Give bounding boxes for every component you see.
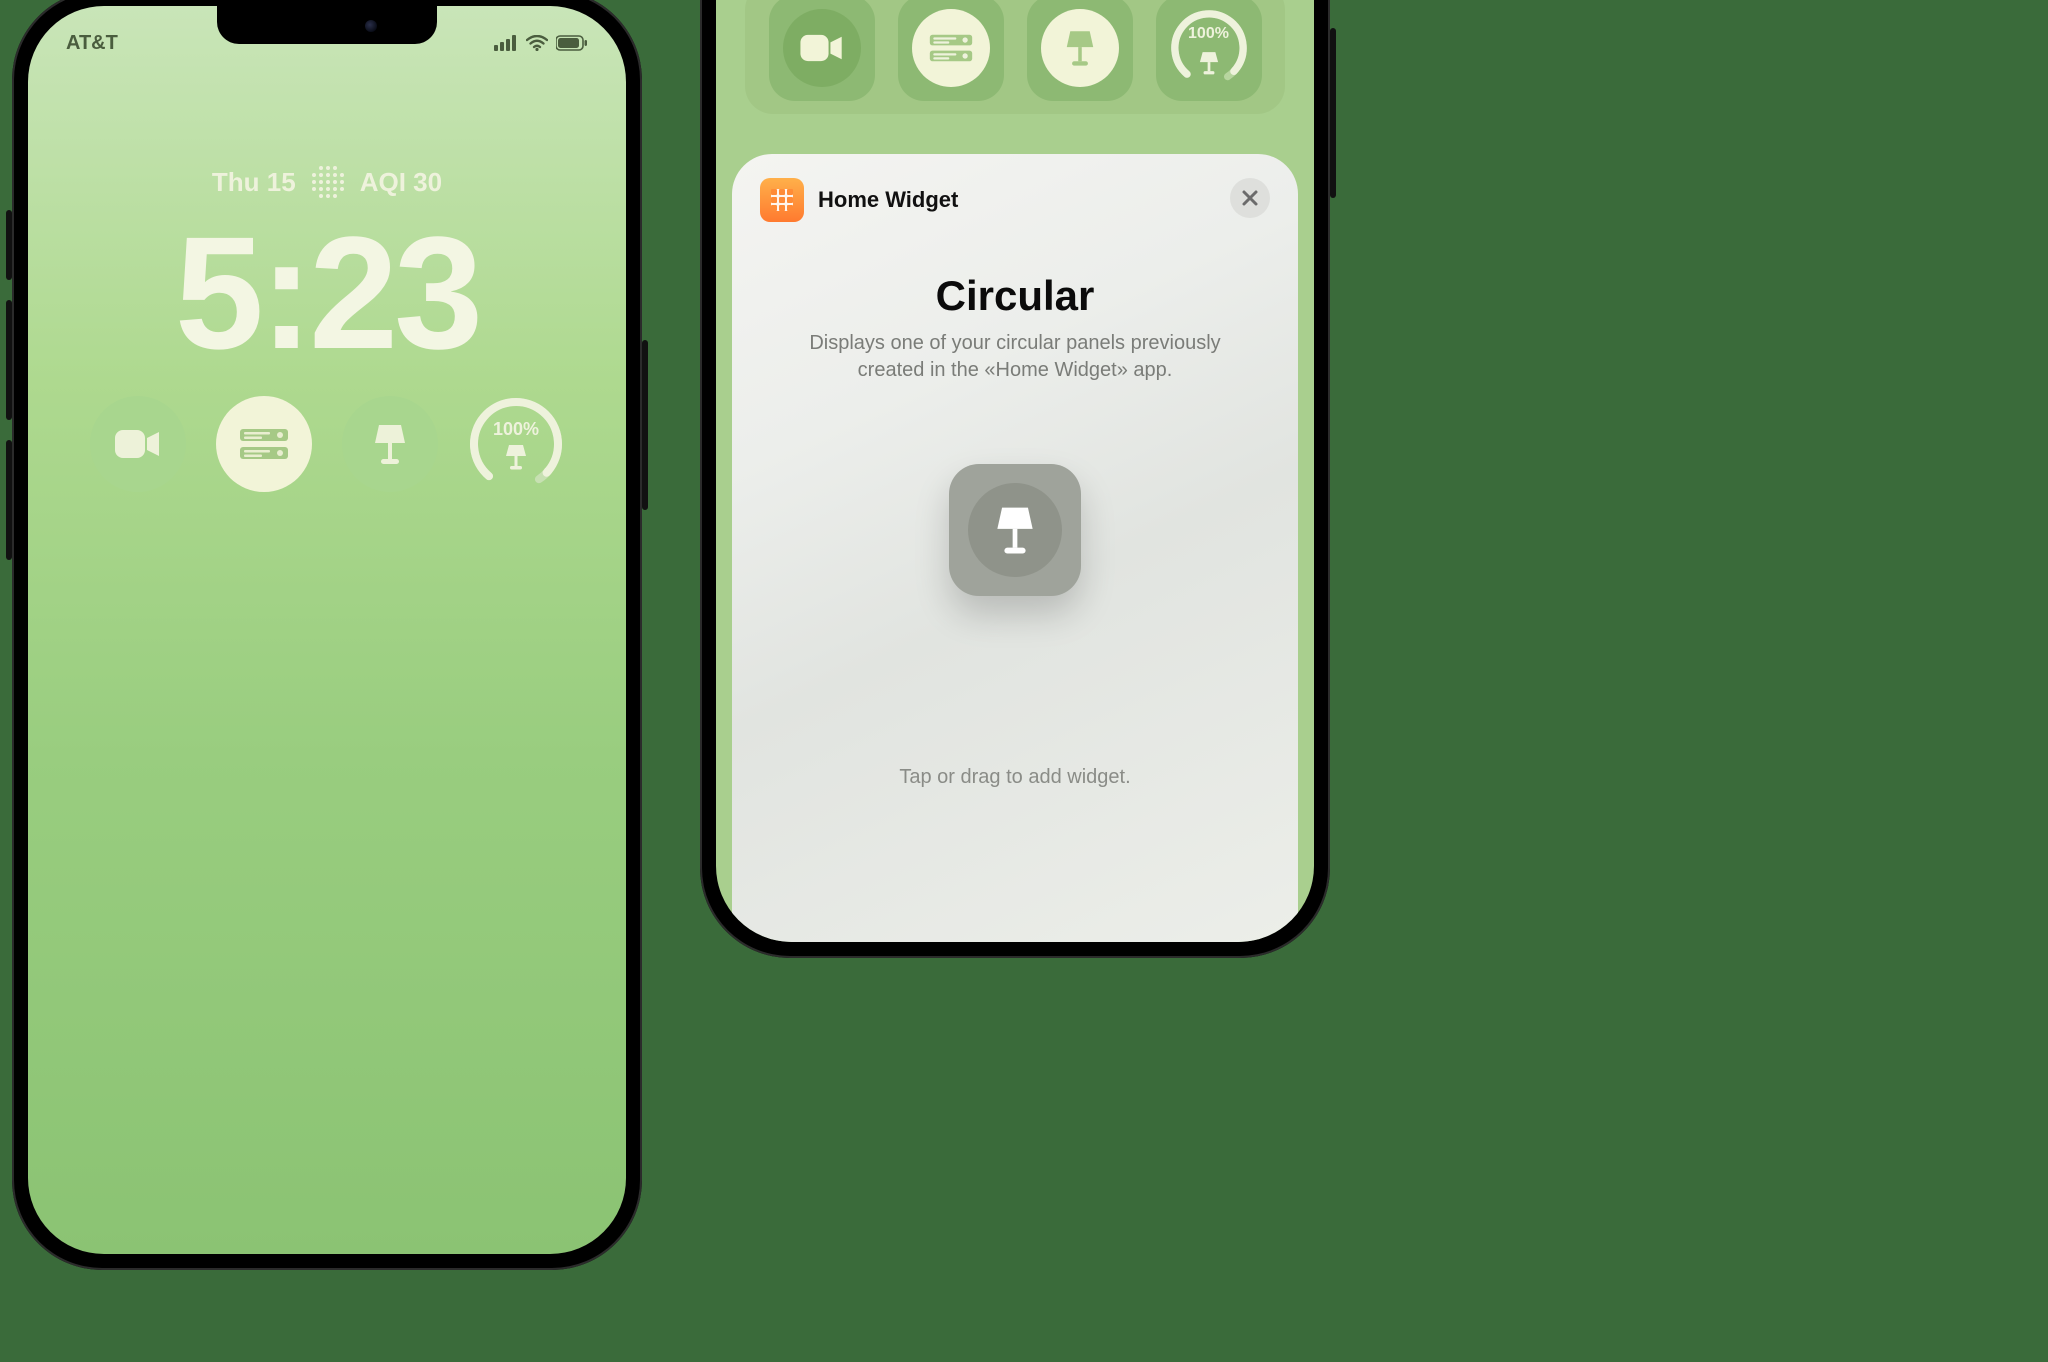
video-camera-icon <box>800 33 844 63</box>
camera-widget[interactable] <box>90 396 186 492</box>
lamp-mini-icon <box>1199 51 1219 75</box>
widget-editor-screen: 100% Home Widget Circular Displays one o… <box>716 0 1314 942</box>
video-camera-icon <box>115 428 161 460</box>
lockscreen-widget-row: 100% <box>28 396 626 492</box>
close-icon <box>1241 189 1259 207</box>
phone-frame-left: AT&T Thu 15 <box>12 0 642 1270</box>
gauge-ring-icon <box>468 396 564 492</box>
wifi-icon <box>526 35 548 51</box>
aqi-label: AQI 30 <box>360 167 442 198</box>
home-widget-app-icon <box>760 178 804 222</box>
sheet-hint: Tap or drag to add widget. <box>760 766 1270 789</box>
battery-lamp-gauge-widget[interactable]: 100% <box>468 396 564 492</box>
aqi-icon <box>312 166 344 198</box>
gauge-widget-slot[interactable]: 100% <box>1156 0 1262 101</box>
close-button[interactable] <box>1230 178 1270 218</box>
carrier-label: AT&T <box>66 32 118 55</box>
camera-widget-slot[interactable] <box>769 0 875 101</box>
editing-widget-row[interactable]: 100% <box>745 0 1285 114</box>
phone-frame-right: 100% Home Widget Circular Displays one o… <box>700 0 1330 958</box>
sheet-title: Circular <box>760 272 1270 320</box>
lock-date: Thu 15 <box>212 167 296 198</box>
widget-preview[interactable] <box>949 464 1081 596</box>
lamp-icon <box>995 505 1035 555</box>
battery-icon <box>556 35 588 51</box>
lock-screen: AT&T Thu 15 <box>28 6 626 1254</box>
lamp-icon <box>373 423 407 465</box>
sheet-description: Displays one of your circular panels pre… <box>785 330 1245 384</box>
notch <box>217 6 437 44</box>
cellular-icon <box>494 35 518 51</box>
lamp-widget[interactable] <box>342 396 438 492</box>
list-widget[interactable] <box>216 396 312 492</box>
widget-picker-sheet: Home Widget Circular Displays one of you… <box>732 154 1298 942</box>
gauge-percent: 100% <box>1188 25 1229 43</box>
list-icon <box>929 33 973 63</box>
lamp-icon <box>1065 29 1095 67</box>
list-icon <box>240 427 288 461</box>
sheet-app-name: Home Widget <box>818 187 958 213</box>
gauge-ring-icon <box>1170 9 1248 87</box>
list-widget-slot[interactable] <box>898 0 1004 101</box>
lamp-widget-slot[interactable] <box>1027 0 1133 101</box>
lock-clock: 5:23 <box>28 201 626 385</box>
